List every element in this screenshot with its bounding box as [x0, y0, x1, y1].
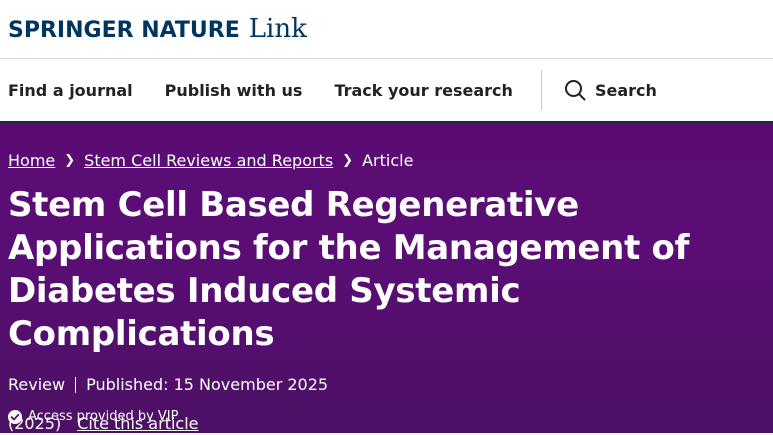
- breadcrumb-current: Article: [362, 151, 414, 170]
- breadcrumb-journal[interactable]: Stem Cell Reviews and Reports: [84, 151, 333, 170]
- chevron-right-icon: ❯: [342, 153, 354, 168]
- article-meta: Review Published: 15 November 2025: [8, 375, 765, 394]
- logo-brand-text: SPRINGER NATURE: [8, 18, 240, 43]
- access-label: Access provided by VIP: [28, 409, 179, 424]
- check-circle-icon: [8, 409, 22, 424]
- nav-divider: [540, 70, 542, 110]
- publish-date: Published: 15 November 2025: [86, 375, 329, 394]
- search-button[interactable]: Search: [564, 79, 657, 101]
- breadcrumb-home[interactable]: Home: [8, 151, 55, 170]
- logo-link-text: Link: [248, 14, 307, 44]
- search-icon: [564, 80, 586, 101]
- breadcrumb: Home ❯ Stem Cell Reviews and Reports ❯ A…: [8, 151, 765, 170]
- logo-bar: SPRINGER NATURE Link: [0, 0, 773, 59]
- chevron-right-icon: ❯: [64, 153, 76, 168]
- article-title: Stem Cell Based Regenerative Application…: [8, 185, 690, 354]
- nav-find-a-journal[interactable]: Find a journal: [8, 81, 133, 100]
- meta-divider: [75, 376, 77, 393]
- article-type: Review: [8, 375, 66, 394]
- springer-nature-link-logo[interactable]: SPRINGER NATURE Link: [8, 14, 307, 44]
- article-header: Home ❯ Stem Cell Reviews and Reports ❯ A…: [0, 123, 773, 433]
- search-label: Search: [594, 80, 657, 100]
- nav-track-your-research[interactable]: Track your research: [334, 81, 513, 100]
- access-info: Access provided by VIP: [8, 409, 178, 424]
- main-navigation: Find a journal Publish with us Track you…: [0, 59, 773, 123]
- nav-publish-with-us[interactable]: Publish with us: [165, 81, 303, 100]
